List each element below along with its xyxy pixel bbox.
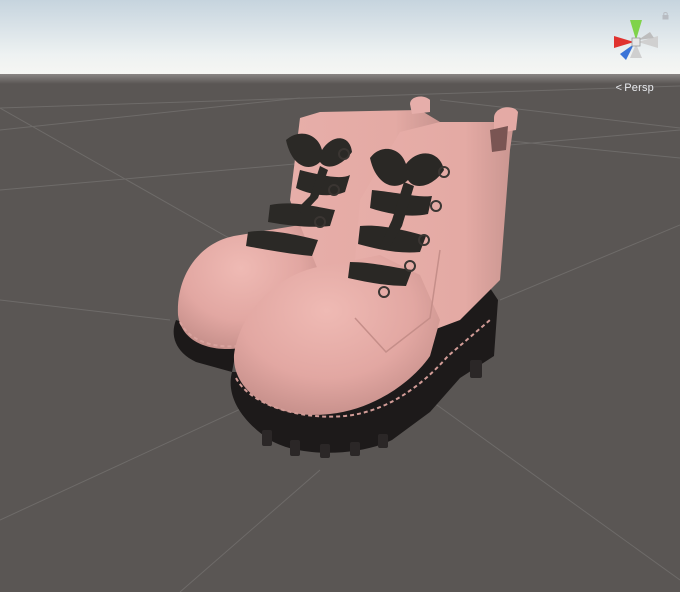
horizon-band	[0, 74, 680, 84]
sky	[0, 0, 680, 74]
projection-toggle[interactable]: < Persp	[616, 82, 654, 94]
projection-label: Persp	[624, 82, 654, 94]
scene-view[interactable]: < Persp	[0, 0, 680, 592]
chevron-left-icon: <	[615, 82, 623, 94]
lock-icon[interactable]	[661, 11, 670, 20]
axis-gizmo-icon[interactable]	[606, 14, 666, 70]
left-boot-pull-tab	[410, 96, 430, 114]
right-boot-collar	[490, 126, 508, 152]
viewport-canvas[interactable]	[0, 0, 680, 592]
